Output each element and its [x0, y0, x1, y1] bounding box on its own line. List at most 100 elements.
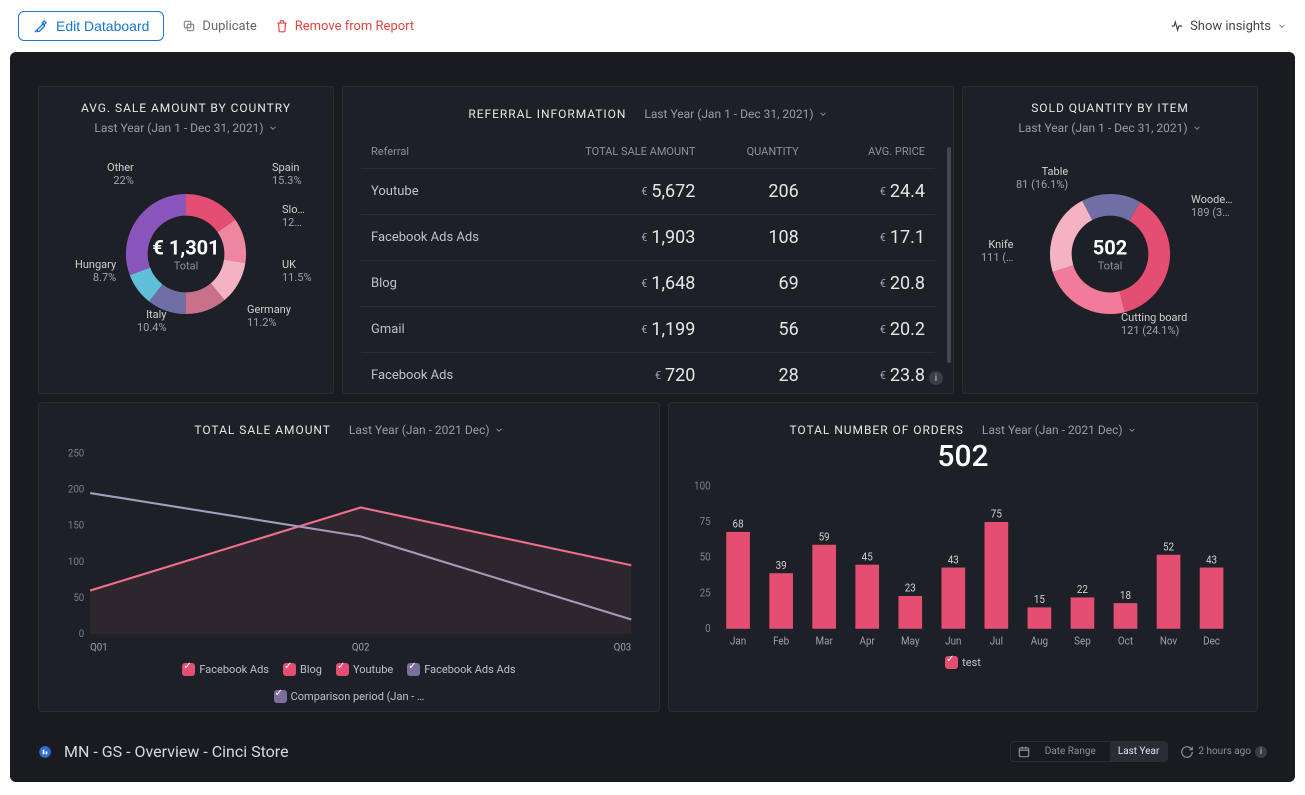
info-icon[interactable]: i	[929, 371, 943, 385]
svg-text:0: 0	[705, 622, 711, 635]
col-total: TOTAL SALE AMOUNT	[568, 135, 706, 169]
cell-total: €1,199	[568, 307, 706, 353]
svg-text:Jan: Jan	[730, 634, 746, 647]
scrollbar[interactable]	[947, 147, 951, 363]
svg-text:May: May	[901, 634, 920, 647]
svg-text:50: 50	[700, 550, 711, 563]
chevron-down-icon	[818, 109, 828, 119]
cell-total: €1,903	[568, 215, 706, 261]
duplicate-label: Duplicate	[202, 19, 256, 34]
date-range-selector[interactable]: Last Year (Jan - 2021 Dec)	[349, 423, 504, 437]
bar-Aug: 15 Aug	[1028, 593, 1052, 648]
chevron-down-icon	[494, 425, 504, 435]
card-title: TOTAL NUMBER OF ORDERS	[789, 423, 963, 437]
chevron-down-icon	[1192, 123, 1202, 133]
calendar-icon	[1017, 745, 1031, 759]
cell-total: €5,672	[568, 169, 706, 215]
bar-Apr: 45 Apr	[855, 550, 879, 648]
table-row[interactable]: Youtube€5,672206€24.4	[361, 169, 935, 215]
col-avg-price: AVG. PRICE	[809, 135, 935, 169]
bar-Nov: 52Nov	[1157, 540, 1181, 648]
cell-avg: €20.2	[809, 307, 935, 353]
cell-qty: 206	[705, 169, 808, 215]
legend-item-facebook-ads-ads[interactable]: Facebook Ads Ads	[407, 663, 515, 676]
chevron-down-icon	[1277, 21, 1287, 31]
edit-databoard-button[interactable]: Edit Databoard	[18, 11, 164, 41]
chevron-down-icon	[268, 123, 278, 133]
svg-text:Q02: Q02	[352, 642, 370, 653]
donut-center-value: 502	[1093, 236, 1127, 260]
card-title: REFERRAL INFORMATION	[468, 107, 626, 121]
svg-text:23: 23	[905, 581, 916, 594]
donut-center-value: € 1,301	[152, 236, 219, 260]
svg-text:Q01: Q01	[90, 642, 108, 653]
cell-qty: 28	[705, 353, 808, 395]
table-row[interactable]: Facebook Ads€72028€23.8	[361, 353, 935, 395]
cell-avg: €24.4	[809, 169, 935, 215]
orders-legend: test	[687, 656, 1239, 669]
bar-Dec: 43 Dec	[1200, 553, 1224, 648]
date-range-value: Last Year	[1110, 742, 1168, 761]
svg-text:Jun: Jun	[945, 634, 961, 647]
cell-avg: €23.8	[809, 353, 935, 395]
svg-text:75: 75	[991, 507, 1002, 520]
bar-Sep: 22Sep	[1071, 583, 1095, 648]
col-referral: Referral	[361, 135, 568, 169]
cell-total: €720	[568, 353, 706, 395]
svg-text:15: 15	[1034, 593, 1045, 606]
svg-text:39: 39	[776, 559, 787, 572]
table-row[interactable]: Gmail€1,19956€20.2	[361, 307, 935, 353]
show-insights-dropdown[interactable]: Show insights	[1170, 19, 1287, 34]
svg-text:100: 100	[694, 480, 711, 493]
card-total-sale-amount: TOTAL SALE AMOUNT Last Year (Jan - 2021 …	[38, 402, 660, 712]
legend-item-blog[interactable]: Blog	[283, 663, 322, 676]
orders-total: 502	[687, 439, 1239, 474]
cell-referral: Blog	[361, 261, 568, 307]
cell-total: €1,648	[568, 261, 706, 307]
svg-text:200: 200	[68, 484, 85, 495]
bar-Mar: 59Mar	[812, 530, 836, 648]
databoard: AVG. SALE AMOUNT BY COUNTRY Last Year (J…	[10, 52, 1295, 782]
svg-text:43: 43	[948, 553, 959, 566]
duplicate-button[interactable]: Duplicate	[182, 19, 256, 34]
cell-avg: €17.1	[809, 215, 935, 261]
date-range-pill[interactable]: Date Range Last Year	[1010, 741, 1169, 762]
info-icon[interactable]: i	[1255, 746, 1267, 758]
table-row[interactable]: Facebook Ads Ads€1,903108€17.1	[361, 215, 935, 261]
svg-text:18: 18	[1120, 589, 1131, 602]
svg-text:Apr: Apr	[860, 634, 876, 647]
date-range-selector[interactable]: Last Year (Jan - 2021 Dec)	[982, 423, 1137, 437]
pulse-icon	[1170, 19, 1184, 33]
svg-text:45: 45	[862, 550, 873, 563]
referral-table: Referral TOTAL SALE AMOUNT QUANTITY AVG.…	[361, 135, 935, 394]
svg-text:43: 43	[1206, 553, 1217, 566]
legend-item-facebook-ads[interactable]: Facebook Ads	[182, 663, 269, 676]
svg-text:100: 100	[68, 557, 85, 568]
donut-center-label: Total	[1093, 260, 1127, 273]
card-sold-qty-by-item: SOLD QUANTITY BY ITEM Last Year (Jan 1 -…	[962, 86, 1258, 394]
legend-item-test[interactable]: test	[945, 656, 981, 669]
table-row[interactable]: Blog€1,64869€20.8	[361, 261, 935, 307]
remove-from-report-button[interactable]: Remove from Report	[275, 19, 414, 34]
datasource-icon	[38, 745, 52, 759]
date-range-selector[interactable]: Last Year (Jan 1 - Dec 31, 2021)	[644, 107, 827, 121]
date-range-selector[interactable]: Last Year (Jan 1 - Dec 31, 2021)	[94, 121, 277, 135]
date-range-selector[interactable]: Last Year (Jan 1 - Dec 31, 2021)	[1018, 121, 1201, 135]
legend-item-youtube[interactable]: Youtube	[336, 663, 393, 676]
bar-May: 23 May	[898, 581, 922, 647]
legend-item-comparison[interactable]: Comparison period (Jan - …	[57, 690, 641, 703]
sale-legend: Facebook Ads Blog Youtube Facebook Ads A…	[57, 663, 641, 703]
remove-label: Remove from Report	[295, 19, 414, 34]
svg-text:Aug: Aug	[1031, 634, 1049, 647]
cell-referral: Gmail	[361, 307, 568, 353]
cell-avg: €20.8	[809, 261, 935, 307]
board-footer: MN - GS - Overview - Cinci Store Date Ra…	[38, 723, 1267, 762]
svg-text:68: 68	[733, 517, 744, 530]
svg-text:Dec: Dec	[1203, 634, 1220, 647]
cell-referral: Facebook Ads	[361, 353, 568, 395]
chevron-down-icon	[1127, 425, 1137, 435]
svg-text:250: 250	[68, 448, 85, 459]
sale-line-chart: 050100150200250Q01Q02Q03	[57, 447, 641, 657]
bar-Jun: 43 Jun	[941, 553, 965, 648]
cell-qty: 108	[705, 215, 808, 261]
